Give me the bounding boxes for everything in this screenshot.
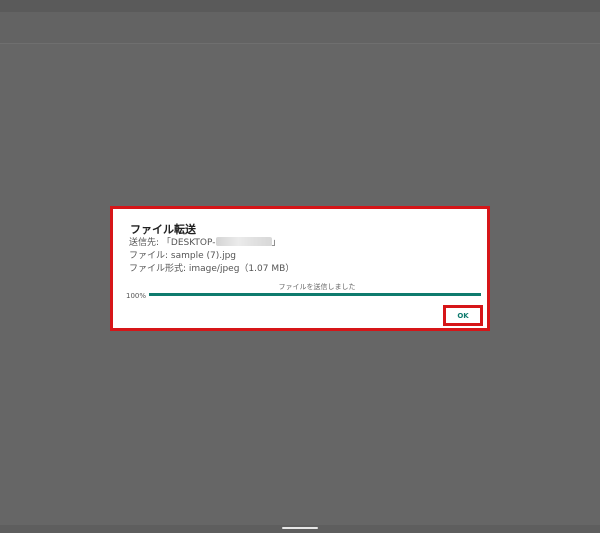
app-bar [0, 12, 600, 44]
ok-button[interactable]: OK [446, 308, 480, 323]
progress-bar [149, 293, 481, 296]
progress-percent: 100% [126, 292, 147, 300]
file-transfer-dialog: ファイル転送 送信先: 「DESKTOP-」 ファイル: sample (7).… [116, 212, 484, 326]
file-type-line: ファイル形式: image/jpeg（1.07 MB） [129, 264, 295, 274]
redacted-device-name [215, 237, 272, 246]
dialog-highlight-frame: ファイル転送 送信先: 「DESKTOP-」 ファイル: sample (7).… [110, 206, 490, 331]
destination-line: 送信先: 「DESKTOP- 」 [129, 235, 281, 248]
file-name-line: ファイル: sample (7).jpg [129, 251, 237, 261]
destination-prefix: 送信先: 「DESKTOP- [129, 238, 216, 248]
status-bar [0, 0, 600, 12]
progress-bar-fill [149, 293, 481, 296]
destination-suffix: 」 [271, 238, 281, 248]
navigation-bar [0, 525, 600, 533]
ok-button-highlight-frame: OK [443, 305, 483, 326]
home-indicator[interactable] [282, 527, 318, 529]
transfer-status-text: ファイルを送信しました [278, 283, 356, 291]
